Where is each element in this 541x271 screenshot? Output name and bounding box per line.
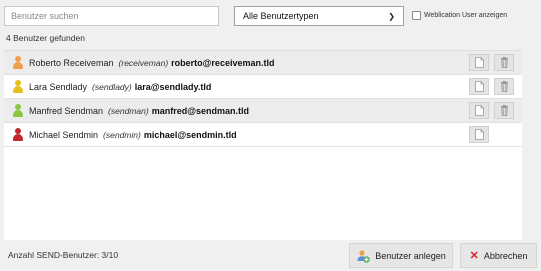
- row-actions: [469, 78, 514, 95]
- user-email: roberto@receiveman.tld: [171, 57, 275, 68]
- user-login: (sendman): [108, 105, 149, 116]
- cancel-label: Abbrechen: [483, 250, 528, 261]
- trash-icon: [500, 81, 509, 92]
- edit-user-button[interactable]: [469, 54, 489, 71]
- trash-icon: [500, 57, 509, 68]
- document-icon: [474, 81, 484, 92]
- search-input[interactable]: [4, 6, 219, 26]
- user-login: (receiveman): [118, 57, 169, 68]
- create-user-button[interactable]: Benutzer anlegen: [349, 243, 453, 268]
- result-count: 4 Benutzer gefunden: [6, 33, 85, 43]
- weblication-user-toggle[interactable]: Weblication User anzeigen: [412, 11, 507, 20]
- user-row[interactable]: Manfred Sendman (sendman) manfred@sendman.…: [4, 99, 522, 123]
- user-name: Lara Sendlady: [29, 81, 88, 92]
- weblication-user-label: Weblication User anzeigen: [424, 12, 508, 19]
- user-icon: [12, 104, 24, 117]
- user-list: ▲ Roberto Receiveman(receiveman)roberto@…: [4, 50, 522, 240]
- cancel-button[interactable]: ✕ Abbrechen: [460, 243, 537, 268]
- weblication-user-checkbox[interactable]: [412, 11, 421, 20]
- user-icon: [12, 128, 24, 141]
- add-user-icon: [357, 249, 370, 263]
- edit-user-button[interactable]: [469, 78, 489, 95]
- edit-user-button[interactable]: [469, 102, 489, 119]
- user-row[interactable]: Michael Sendmin (sendmin) michael@sendmin.…: [4, 123, 522, 147]
- delete-user-button[interactable]: [494, 78, 514, 95]
- user-email: michael@sendmin.tld: [143, 129, 237, 140]
- edit-user-button[interactable]: [469, 126, 489, 143]
- user-type-select[interactable]: Alle Benutzertypen ❯: [234, 6, 404, 26]
- close-icon: ✕: [469, 250, 479, 262]
- row-actions: [469, 54, 514, 71]
- document-icon: [474, 105, 484, 116]
- delete-user-button[interactable]: [494, 102, 514, 119]
- user-icon: [12, 56, 24, 69]
- user-name: Roberto Receiveman: [29, 57, 114, 68]
- document-icon: [474, 57, 484, 68]
- user-name: Michael Sendmin: [29, 129, 99, 140]
- user-login: (sendlady): [92, 81, 132, 92]
- user-type-select-value: Alle Benutzertypen: [243, 11, 319, 21]
- user-email: lara@sendlady.tld: [134, 81, 212, 92]
- delete-user-button[interactable]: [494, 54, 514, 71]
- document-icon: [474, 129, 484, 140]
- chevron-down-icon: ❯: [388, 11, 395, 21]
- user-name: Manfred Sendman: [29, 105, 104, 116]
- user-icon: [12, 80, 24, 93]
- user-email: manfred@sendman.tld: [151, 105, 249, 116]
- row-actions: [469, 126, 489, 143]
- create-user-label: Benutzer anlegen: [375, 250, 446, 261]
- user-row[interactable]: Lara Sendlady (sendlady) lara@sendlady.tld: [4, 75, 522, 99]
- user-row[interactable]: Roberto Receiveman (receiveman) roberto@re…: [4, 51, 522, 75]
- trash-icon: [500, 105, 509, 116]
- user-login: (sendmin): [103, 129, 141, 140]
- row-actions: [469, 102, 514, 119]
- send-user-count: Anzahl SEND-Benutzer: 3/10: [8, 250, 119, 260]
